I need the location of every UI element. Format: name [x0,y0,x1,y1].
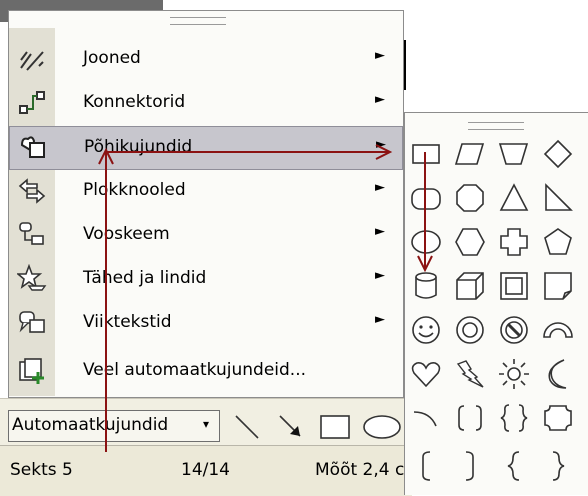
moon-shape[interactable] [540,356,576,392]
oval-tool-icon[interactable] [362,412,404,442]
folded-corner-shape[interactable] [540,268,576,304]
hexagon-shape[interactable] [452,224,488,260]
double-bracket-shape[interactable] [452,400,488,436]
frame-shape[interactable] [496,268,532,304]
stars-banners-icon [17,264,47,291]
document-area [404,0,588,112]
plaque-shape[interactable] [540,400,576,436]
heart-shape[interactable] [408,356,444,392]
diamond-shape[interactable] [540,136,576,172]
menu-item-block-arrows[interactable]: Plokknooled ► [9,170,403,214]
left-brace-shape[interactable] [496,448,532,484]
triangle-shape[interactable] [496,180,532,216]
autoshapes-button[interactable]: Automaatkujundid ▾ [8,410,220,442]
status-bar: Sekts 5 14/14 Mõõt 2,4 cr [0,445,412,496]
trapezoid-shape[interactable] [496,136,532,172]
arrow-tool-icon[interactable] [276,412,306,442]
menu-item-label: Tähed ja lindid [83,268,207,288]
flowchart-icon [19,222,44,245]
menu-item-label: Vooskeem [83,224,170,244]
submenu-drag-handle[interactable] [468,122,524,130]
left-bracket-shape[interactable] [408,448,444,484]
menu-item-lines[interactable]: Jooned ► [9,38,403,82]
menu-item-callouts[interactable]: Viiktekstid ► [9,302,403,346]
parallelogram-shape[interactable] [452,136,488,172]
menu-item-connectors[interactable]: Konnektorid ► [9,82,403,126]
submenu-arrow-icon: ► [375,180,385,195]
block-arrows-icon [18,178,46,204]
rounded-rectangle-shape[interactable] [408,180,444,216]
status-page-count: 14/14 [181,460,230,480]
rectangle-tool-icon[interactable] [318,412,352,442]
cube-shape[interactable] [452,268,488,304]
menu-drag-handle[interactable] [170,17,226,25]
octagon-shape[interactable] [452,180,488,216]
status-section: Sekts 5 [10,460,73,480]
menu-item-label: Põhikujundid [84,137,193,157]
menu-item-label: Jooned [83,48,141,68]
more-autoshapes-icon [19,358,44,384]
submenu-arrow-icon: ► [375,48,385,63]
lightning-bolt-shape[interactable] [452,356,488,392]
chevron-down-icon: ▾ [203,417,210,431]
double-brace-shape[interactable] [496,400,532,436]
oval-shape[interactable] [408,224,444,260]
submenu-arrow-icon: ► [376,137,386,152]
autoshapes-button-label: Automaatkujundid [12,415,169,435]
submenu-arrow-icon: ► [375,312,385,327]
line-tool-icon[interactable] [232,412,262,442]
submenu-arrow-icon: ► [375,268,385,283]
smiley-face-shape[interactable] [408,312,444,348]
no-symbol-shape[interactable] [496,312,532,348]
basic-shapes-icon [20,136,45,158]
submenu-arrow-icon: ► [375,224,385,239]
menu-item-basic-shapes[interactable]: Põhikujundid ► [9,126,403,170]
right-bracket-shape[interactable] [452,448,488,484]
donut-shape[interactable] [452,312,488,348]
right-triangle-shape[interactable] [540,180,576,216]
right-brace-shape[interactable] [540,448,576,484]
arc-shape[interactable] [408,400,444,436]
rectangle-shape[interactable] [408,136,444,172]
lines-icon [20,51,44,71]
sun-shape[interactable] [496,356,532,392]
menu-item-stars-banners[interactable]: Tähed ja lindid ► [9,258,403,302]
menu-item-label: Plokknooled [83,180,186,200]
status-measure: Mõõt 2,4 cr [315,460,412,480]
menu-item-label: Konnektorid [83,92,186,112]
menu-item-more-autoshapes[interactable]: Veel automaatkujundeid... [9,350,403,394]
menu-item-flowchart[interactable]: Vooskeem ► [9,214,403,258]
cross-shape[interactable] [496,224,532,260]
document-text-cursor [404,40,406,90]
connectors-icon [19,91,45,114]
can-shape[interactable] [408,268,444,304]
submenu-arrow-icon: ► [375,92,385,107]
block-arc-shape[interactable] [540,312,576,348]
callouts-icon [19,311,45,333]
menu-item-label: Veel automaatkujundeid... [83,360,307,380]
menu-item-label: Viiktekstid [83,312,172,332]
pentagon-shape[interactable] [540,224,576,260]
